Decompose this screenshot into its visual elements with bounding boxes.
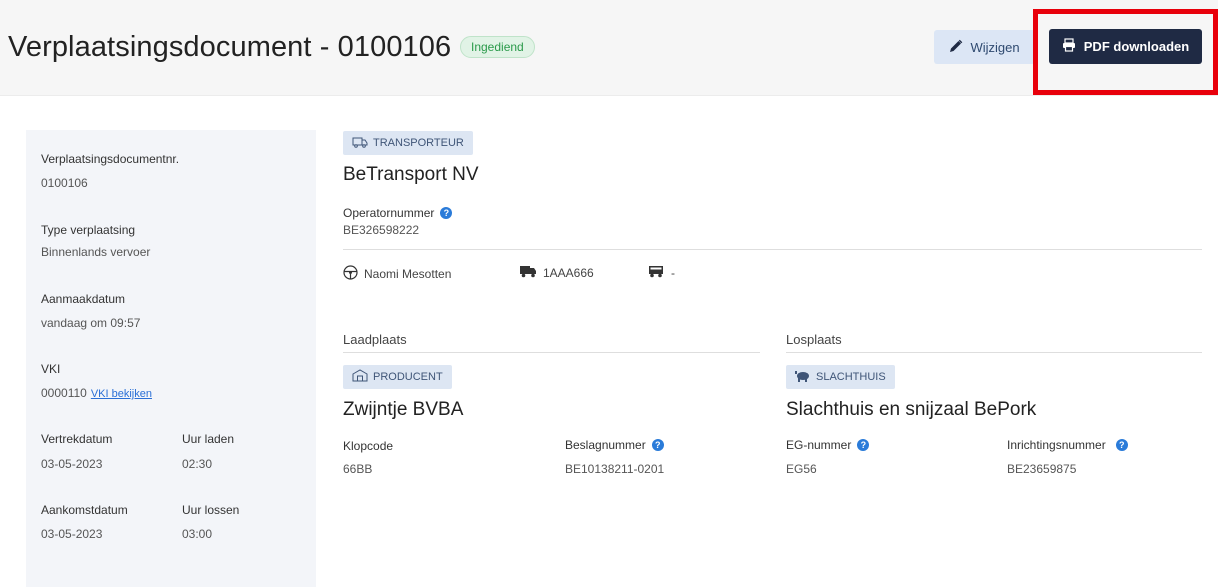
created-label: Aanmaakdatum <box>41 292 126 306</box>
trailer-plate: - <box>671 266 675 280</box>
producer-tag-label: PRODUCENT <box>373 371 443 383</box>
unloading-section-title: Losplaats <box>786 332 842 347</box>
slaughterhouse-tag: SLACHTHUIS <box>786 365 895 389</box>
driver-name: Naomi Mesotten <box>364 267 452 281</box>
pig-icon <box>795 370 811 385</box>
edit-button-label: Wijzigen <box>970 39 1020 55</box>
loading-divider <box>343 352 760 353</box>
inrichtingsnummer-label-text: Inrichtingsnummer <box>1007 438 1106 452</box>
unload-time-value: 03:00 <box>182 527 213 541</box>
vki-value-row: 0000110 VKI bekijken <box>41 386 152 400</box>
created-value: vandaag om 09:57 <box>41 316 141 330</box>
steering-wheel-icon <box>343 265 358 283</box>
trailer-item: - <box>648 265 675 281</box>
status-badge: Ingediend <box>460 36 535 58</box>
driver-item: Naomi Mesotten <box>343 265 451 283</box>
info-icon[interactable]: ? <box>440 207 453 219</box>
info-icon[interactable]: ? <box>857 439 870 451</box>
page-title: Verplaatsingsdocument - 0100106 <box>8 31 452 63</box>
type-value: Binnenlands vervoer <box>41 245 151 259</box>
departure-value: 03-05-2023 <box>41 457 103 471</box>
loading-section-title: Laadplaats <box>343 332 407 347</box>
vki-value: 0000110 <box>41 386 87 400</box>
arrival-value: 03-05-2023 <box>41 527 103 541</box>
truck-item: 1AAA666 <box>520 265 594 281</box>
inrichtingsnummer-label: Inrichtingsnummer ? <box>1007 438 1128 452</box>
operator-label: Operatornummer ? <box>343 206 453 220</box>
transporter-name: BeTransport NV <box>343 164 479 185</box>
truck-plate: 1AAA666 <box>543 266 594 280</box>
barn-icon <box>352 369 368 385</box>
departure-label: Vertrekdatum <box>41 432 113 446</box>
docnr-value: 0100106 <box>41 176 88 190</box>
divider <box>343 249 1202 250</box>
info-icon[interactable]: ? <box>651 439 664 451</box>
slaughterhouse-name: Slachthuis en snijzaal BePork <box>786 399 1037 420</box>
info-icon[interactable]: ? <box>1115 439 1128 451</box>
inrichtingsnummer-value: BE23659875 <box>1007 462 1077 476</box>
klopcode-label: Klopcode <box>343 439 394 453</box>
trailer-icon <box>648 265 665 281</box>
unload-time-label: Uur lossen <box>182 503 240 517</box>
truck-outline-icon <box>352 136 368 151</box>
eg-number-label-text: EG-nummer <box>786 438 852 452</box>
load-time-label: Uur laden <box>182 432 235 446</box>
transporter-tag: TRANSPORTEUR <box>343 131 473 155</box>
arrival-label: Aankomstdatum <box>41 503 128 517</box>
operator-label-text: Operatornummer <box>343 206 435 220</box>
unloading-divider <box>786 352 1202 353</box>
highlight-annotation <box>1033 9 1218 95</box>
edit-button[interactable]: Wijzigen <box>934 30 1035 64</box>
eg-number-label: EG-nummer ? <box>786 438 870 452</box>
eg-number-value: EG56 <box>786 462 817 476</box>
producer-name: Zwijntje BVBA <box>343 399 464 420</box>
vki-link[interactable]: VKI bekijken <box>91 388 152 400</box>
load-time-value: 02:30 <box>182 457 213 471</box>
truck-icon <box>520 265 537 281</box>
pencil-icon <box>949 39 963 56</box>
docnr-label: Verplaatsingsdocumentnr. <box>41 152 180 166</box>
klopcode-value: 66BB <box>343 462 373 476</box>
beslagnummer-label: Beslagnummer ? <box>565 438 664 452</box>
document-sidebar: Verplaatsingsdocumentnr. 0100106 Type ve… <box>26 130 316 587</box>
beslagnummer-label-text: Beslagnummer <box>565 438 646 452</box>
transporter-tag-label: TRANSPORTEUR <box>373 137 464 149</box>
beslagnummer-value: BE10138211-0201 <box>565 462 665 476</box>
vki-label: VKI <box>41 362 61 376</box>
slaughterhouse-tag-label: SLACHTHUIS <box>816 371 886 383</box>
operator-value: BE326598222 <box>343 223 420 237</box>
producer-tag: PRODUCENT <box>343 365 452 389</box>
type-label: Type verplaatsing <box>41 223 136 237</box>
